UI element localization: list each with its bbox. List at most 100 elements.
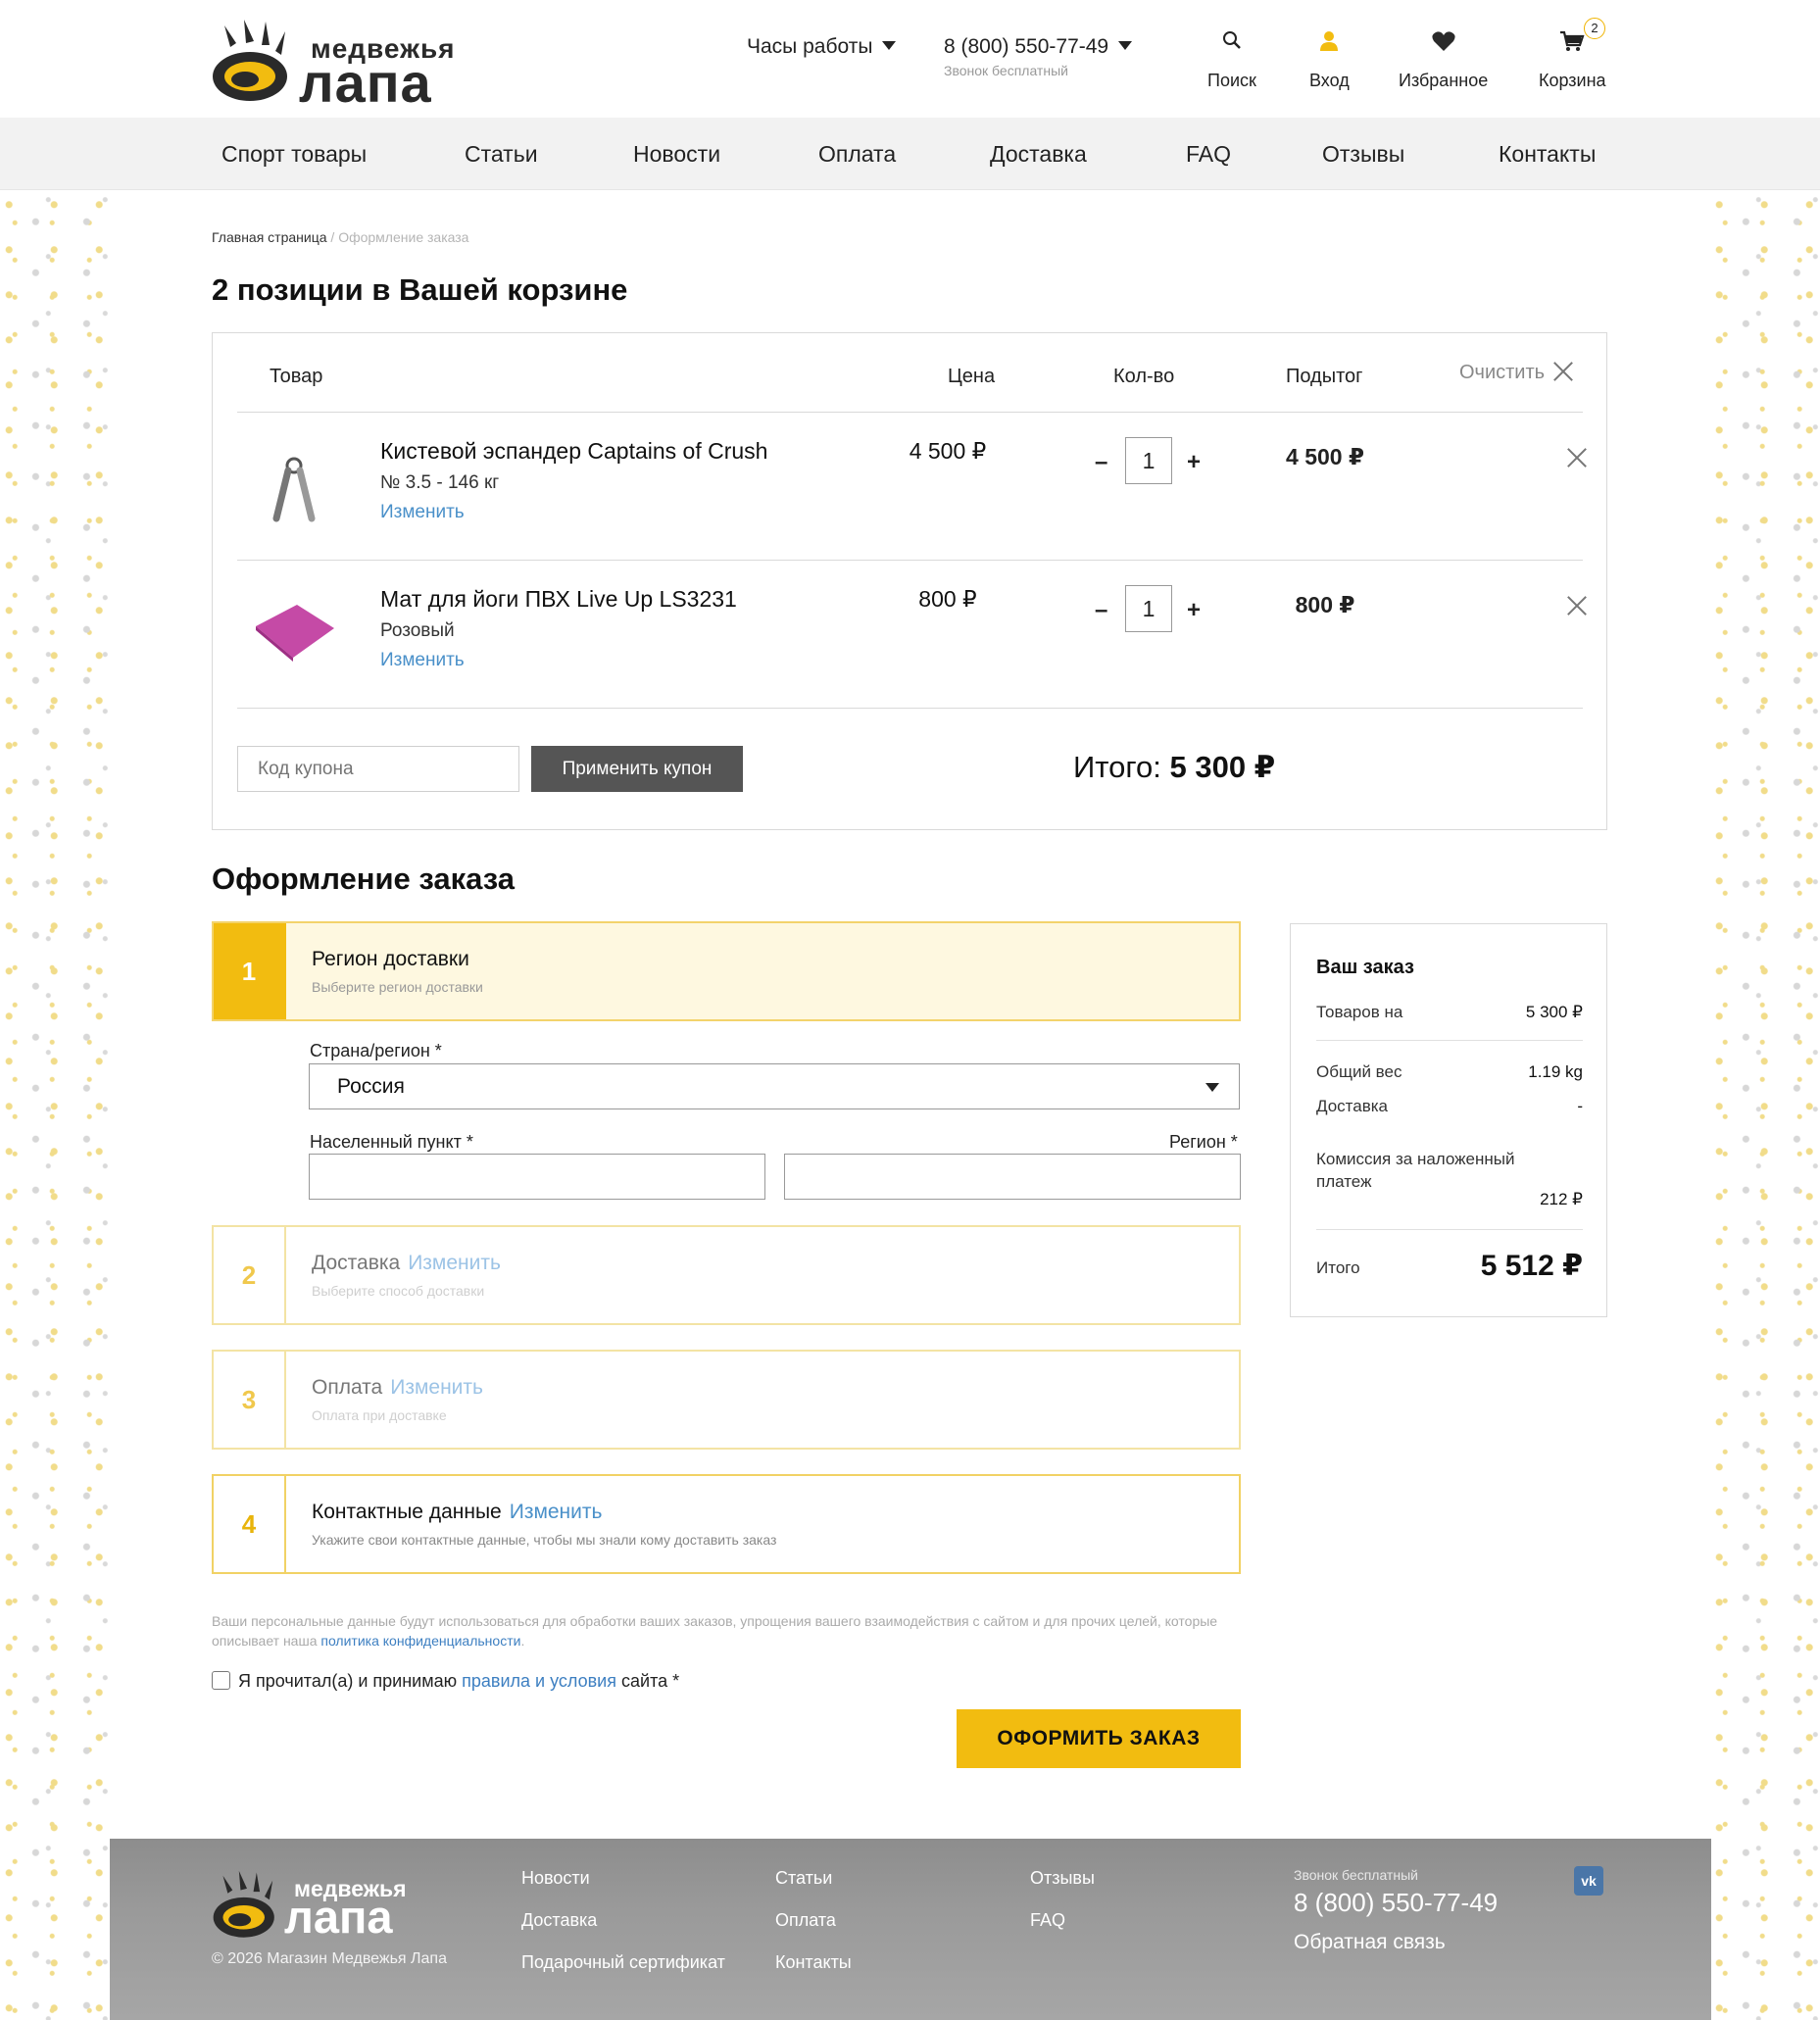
qty-minus-button[interactable]: – [1095, 449, 1107, 476]
step-region[interactable]: 1 Регион доставки Выберите регион достав… [212, 921, 1241, 1021]
cart-label: Корзина [1539, 71, 1606, 90]
divider [1316, 1040, 1583, 1041]
summary-total-label: Итого [1316, 1258, 1360, 1277]
product-variant: Розовый [380, 620, 455, 641]
search-icon [1207, 29, 1256, 59]
search-button[interactable]: Поиск [1207, 29, 1256, 91]
login-button[interactable]: Вход [1309, 29, 1350, 91]
terms-checkbox[interactable] [212, 1671, 230, 1690]
country-select[interactable]: Россия [309, 1063, 1240, 1109]
vk-icon[interactable]: vk [1574, 1866, 1603, 1896]
favorites-label: Избранное [1399, 71, 1489, 90]
apply-coupon-button[interactable]: Применить купон [531, 746, 743, 792]
nav-articles[interactable]: Статьи [465, 141, 538, 168]
city-input[interactable] [309, 1154, 765, 1200]
footer-link-contacts[interactable]: Контакты [775, 1952, 852, 1973]
privacy-policy-link[interactable]: политика конфиденциальности [320, 1633, 520, 1649]
step-edit-link[interactable]: Изменить [510, 1501, 603, 1523]
remove-item-button[interactable] [1566, 447, 1588, 468]
qty-plus-button[interactable]: + [1187, 597, 1201, 624]
step-number: 2 [214, 1227, 286, 1323]
step-edit-link[interactable]: Изменить [390, 1376, 483, 1399]
copyright: © 2026 Магазин Медвежья Лапа [212, 1950, 447, 1967]
footer-link-faq[interactable]: FAQ [1030, 1910, 1065, 1931]
footer-link-gift-certificate[interactable]: Подарочный сертификат [521, 1952, 725, 1973]
change-variant-link[interactable]: Изменить [380, 502, 465, 523]
cart-row: Кистевой эспандер Captains of Crush № 3.… [213, 412, 1608, 559]
privacy-end: . [520, 1633, 525, 1649]
place-order-button[interactable]: ОФОРМИТЬ ЗАКАЗ [957, 1709, 1241, 1768]
clear-cart-button[interactable]: Очистить [1459, 361, 1574, 384]
footer-link-articles[interactable]: Статьи [775, 1868, 832, 1889]
qty-minus-button[interactable]: – [1095, 597, 1107, 624]
nav-sport-goods[interactable]: Спорт товары [221, 141, 367, 168]
breadcrumb-separator: / [330, 229, 335, 245]
step-title-text: Доставка [312, 1252, 401, 1274]
product-image-yoga-mat[interactable] [254, 599, 336, 664]
chevron-down-icon [1205, 1083, 1219, 1092]
nav-contacts[interactable]: Контакты [1499, 141, 1596, 168]
coupon-input[interactable] [237, 746, 519, 792]
footer-phone[interactable]: 8 (800) 550-77-49 [1294, 1888, 1498, 1918]
breadcrumb-current: Оформление заказа [338, 229, 469, 245]
footer-link-reviews[interactable]: Отзывы [1030, 1868, 1095, 1889]
product-name[interactable]: Мат для йоги ПВХ Live Up LS3231 [380, 586, 737, 613]
feedback-link[interactable]: Обратная связь [1294, 1931, 1446, 1954]
footer-logo-text-bottom: лапа [284, 1891, 393, 1943]
region-label: Регион * [1169, 1132, 1238, 1152]
step-payment[interactable]: 3 Оплата Изменить Оплата при доставке [212, 1350, 1241, 1450]
step-title-text: Оплата [312, 1376, 383, 1399]
step-description: Выберите способ доставки [312, 1283, 485, 1299]
footer-link-news[interactable]: Новости [521, 1868, 590, 1889]
cart-total: Итого: 5 300 ₽ [1073, 750, 1275, 785]
nav-reviews[interactable]: Отзывы [1322, 141, 1404, 168]
privacy-notice: Ваши персональные данные будут использов… [212, 1611, 1251, 1650]
hours-label: Часы работы [747, 35, 873, 58]
col-subtotal: Подытог [1286, 366, 1363, 387]
step-delivery[interactable]: 2 Доставка Изменить Выберите способ доста… [212, 1225, 1241, 1325]
summary-commission-label: Комиссия за наложенный платеж [1316, 1150, 1515, 1191]
nav-payment[interactable]: Оплата [818, 141, 896, 168]
summary-total-value: 5 512 ₽ [1480, 1250, 1583, 1282]
change-variant-link[interactable]: Изменить [380, 650, 465, 671]
qty-input[interactable]: 1 [1125, 585, 1172, 632]
side-pattern-left [0, 191, 110, 2020]
nav-news[interactable]: Новости [633, 141, 720, 168]
nav-delivery[interactable]: Доставка [990, 141, 1087, 168]
main-nav: Спорт товары Статьи Новости Оплата Доста… [0, 118, 1820, 190]
cart-row: Мат для йоги ПВХ Live Up LS3231 Розовый … [213, 560, 1608, 707]
summary-weight-label: Общий вес [1316, 1062, 1402, 1081]
logo-text-bottom: лапа [299, 52, 432, 114]
phone-dropdown[interactable]: 8 (800) 550-77-49 [944, 35, 1133, 59]
step-edit-link[interactable]: Изменить [408, 1252, 501, 1274]
cart-table: Товар Цена Кол-во Подытог Очистить Кисте… [212, 332, 1607, 830]
cart-button[interactable]: 2 Корзина [1539, 18, 1606, 91]
qty-input[interactable]: 1 [1125, 437, 1172, 484]
step-description: Выберите регион доставки [312, 979, 483, 995]
terms-link[interactable]: правила и условия [462, 1671, 616, 1691]
product-name[interactable]: Кистевой эспандер Captains of Crush [380, 438, 767, 465]
cart-count-badge: 2 [1584, 18, 1605, 39]
hours-dropdown[interactable]: Часы работы [747, 35, 897, 59]
terms-text: Я прочитал(а) и принимаю [238, 1671, 458, 1691]
step-description: Укажите свои контактные данные, чтобы мы… [312, 1532, 777, 1548]
summary-delivery-label: Доставка [1316, 1097, 1389, 1115]
site-footer: медвежья лапа © 2026 Магазин Медвежья Ла… [110, 1839, 1711, 2020]
site-logo[interactable]: медвежья лапа [211, 18, 466, 114]
qty-plus-button[interactable]: + [1187, 449, 1201, 476]
region-input[interactable] [784, 1154, 1241, 1200]
step-title: Доставка Изменить [312, 1252, 501, 1275]
footer-link-payment[interactable]: Оплата [775, 1910, 836, 1931]
product-variant: № 3.5 - 146 кг [380, 472, 500, 493]
site-header: медвежья лапа Часы работы 8 (800) 550-77… [0, 0, 1820, 118]
favorites-button[interactable]: Избранное [1399, 29, 1488, 91]
remove-item-button[interactable] [1566, 595, 1588, 616]
footer-link-delivery[interactable]: Доставка [521, 1910, 597, 1931]
nav-faq[interactable]: FAQ [1186, 141, 1231, 168]
step-contacts[interactable]: 4 Контактные данные Изменить Укажите свои… [212, 1474, 1241, 1574]
product-image-grip[interactable] [267, 456, 321, 524]
phone-number: 8 (800) 550-77-49 [944, 35, 1109, 58]
breadcrumb-home[interactable]: Главная страница [212, 229, 327, 245]
product-price: 800 ₽ [918, 586, 977, 612]
footer-logo[interactable]: медвежья лапа [212, 1866, 427, 1945]
